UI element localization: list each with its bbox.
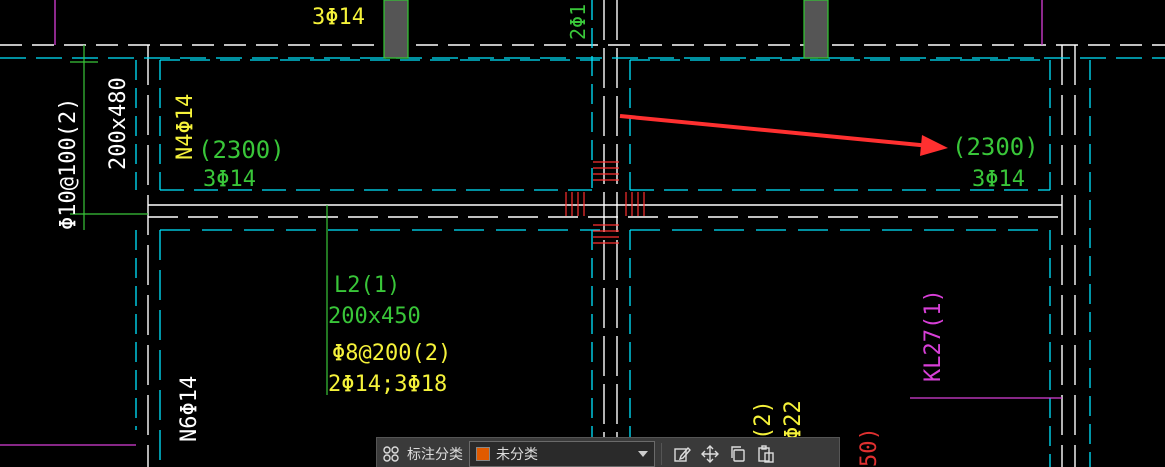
left-size-label: 200x480 (106, 77, 131, 170)
layers-icon[interactable] (377, 440, 405, 467)
copy-icon[interactable] (724, 440, 752, 467)
axis-lines (0, 0, 1165, 467)
beam-bars-left: 3Φ14 (203, 167, 256, 192)
category-label: 标注分类 (407, 446, 463, 462)
wall-lines (0, 0, 1165, 467)
top-label: 3Φ14 (312, 5, 365, 30)
bottom-partial-red: 50) (857, 427, 882, 467)
column-blocks (383, 0, 829, 59)
chevron-down-icon[interactable] (638, 451, 648, 457)
l2-bars: 2Φ14;3Φ18 (328, 372, 447, 397)
toolbar-divider (661, 443, 662, 465)
cad-canvas-area[interactable]: 3Φ14 200x480 Φ10@100(2) N4Φ14 (2300) 3Φ1… (0, 0, 1165, 467)
top-center-label: 2Φ1 (566, 4, 590, 40)
kl27-label: KL27(1) (921, 289, 946, 382)
rebar-marks (565, 161, 645, 244)
red-arrow (619, 114, 948, 156)
category-select[interactable]: 未分类 (469, 441, 655, 467)
bottom-partial-b: Φ22 (781, 400, 806, 440)
annotation-toolbar: 标注分类 未分类 (376, 437, 840, 467)
n6-mark-label: N6Φ14 (177, 376, 202, 442)
l2-size: 200x450 (328, 304, 421, 329)
l2-stirrup: Φ8@200(2) (332, 341, 451, 366)
edit-icon[interactable] (668, 440, 696, 467)
drawing-annotations: 3Φ14 200x480 Φ10@100(2) N4Φ14 (2300) 3Φ1… (56, 4, 1039, 467)
l2-name: L2(1) (334, 273, 400, 298)
beam-mark-label: N4Φ14 (173, 94, 198, 160)
beam-length-right: (2300) (952, 133, 1039, 161)
magenta-lines (0, 0, 1062, 446)
drawing-canvas[interactable]: 3Φ14 200x480 Φ10@100(2) N4Φ14 (2300) 3Φ1… (0, 0, 1165, 467)
category-value: 未分类 (496, 446, 538, 462)
paste-icon[interactable] (752, 440, 780, 467)
bottom-partial-a: (2) (751, 400, 776, 440)
move-icon[interactable] (696, 440, 724, 467)
left-stirrup-label: Φ10@100(2) (56, 98, 81, 230)
beam-length-left: (2300) (198, 136, 285, 164)
category-color-swatch (476, 447, 490, 461)
beam-bars-right: 3Φ14 (972, 167, 1025, 192)
